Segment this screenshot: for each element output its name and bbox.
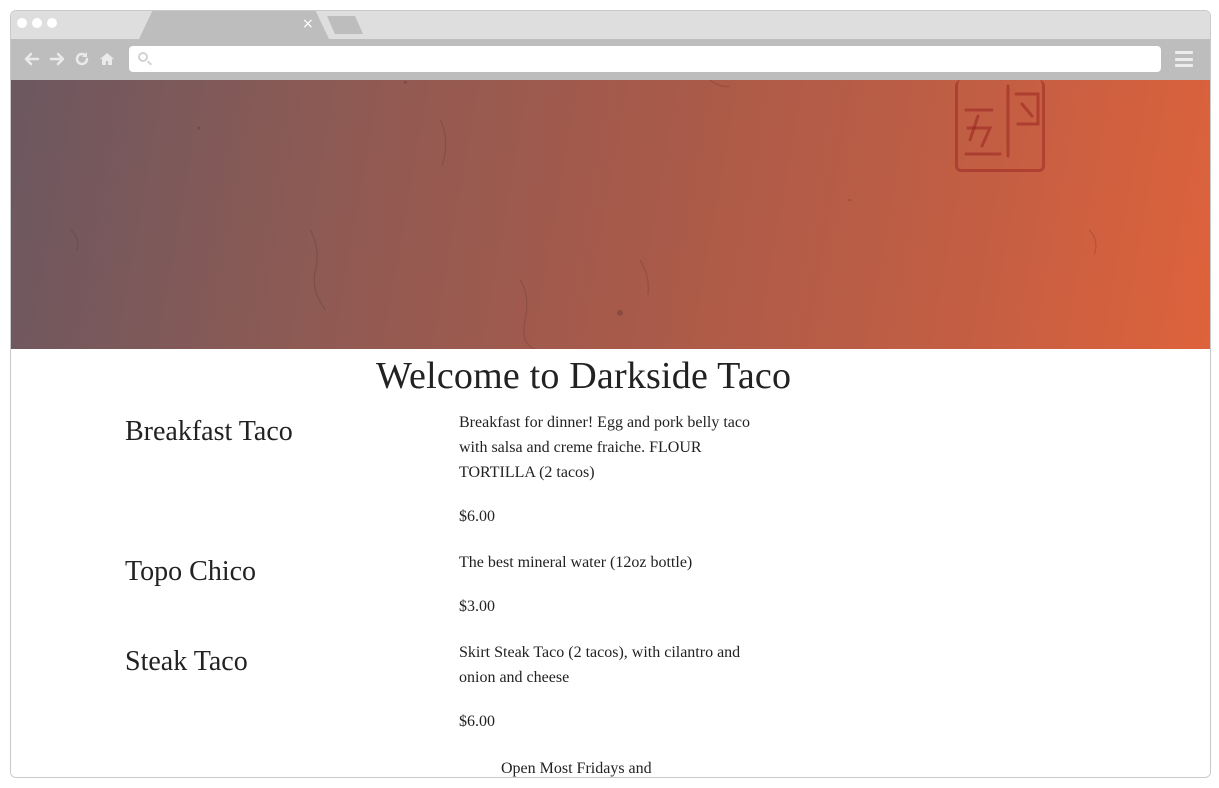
menu-item-price: $6.00 [459,713,495,730]
page-viewport: Welcome to Darkside Taco Breakfast Taco … [11,80,1210,777]
menu-item-description: Skirt Steak Taco (2 tacos), with cilantr… [459,644,741,686]
menu-item-name: Topo Chico [125,556,257,587]
minimize-window-dot[interactable] [32,18,42,28]
search-icon [138,52,148,62]
tab-active[interactable] [139,11,329,39]
tab-bar: × [11,11,1210,39]
menu-item-price: $3.00 [459,598,495,615]
browser-window: × Welcome to Darkside Taco Breakfast Tac… [10,10,1211,778]
new-tab-button[interactable] [327,16,363,34]
back-icon[interactable] [22,49,42,69]
menu-item-description: Breakfast for dinner! Egg and pork belly… [459,414,751,481]
menu-icon[interactable] [1175,51,1193,67]
menu-item-description: The best mineral water (12oz bottle) [459,554,693,571]
hero-banner [11,80,1210,349]
forward-icon[interactable] [47,49,67,69]
tab-close-icon[interactable]: × [302,15,314,33]
maximize-window-dot[interactable] [47,18,57,28]
menu-item-name: Breakfast Taco [125,416,293,447]
home-icon[interactable] [97,49,117,69]
close-window-dot[interactable] [17,18,27,28]
browser-toolbar [11,39,1210,80]
menu-item-name: Steak Taco [125,646,248,677]
address-bar[interactable] [129,46,1161,72]
seal-stamp [955,80,1045,172]
menu-item-price: $6.00 [459,508,495,525]
window-controls [17,18,57,28]
page-title: Welcome to Darkside Taco [376,355,792,397]
hours-note: Open Most Fridays and [501,760,652,777]
reload-icon[interactable] [72,49,92,69]
